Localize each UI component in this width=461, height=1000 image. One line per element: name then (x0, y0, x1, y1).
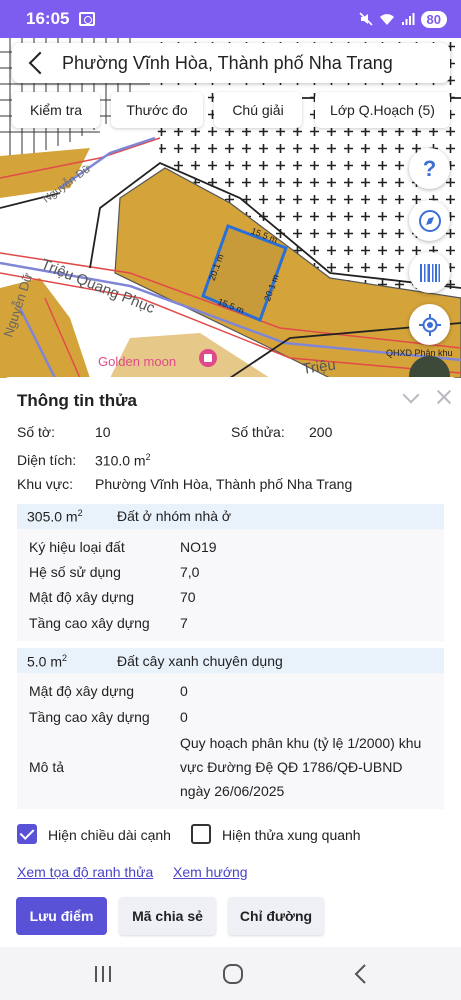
location-header[interactable]: Phường Vĩnh Hòa, Thành phố Nha Trang (12, 43, 450, 83)
kv-value: 7,0 (180, 564, 200, 580)
signal-icon (401, 12, 415, 25)
directions-button[interactable]: Chỉ đường (228, 897, 324, 935)
screen-record-icon (79, 12, 96, 26)
recent-apps-icon[interactable] (93, 964, 113, 984)
share-code-button[interactable]: Mã chia sẻ (119, 897, 216, 935)
legend-button[interactable]: Chú giải (214, 92, 302, 128)
map-canvas[interactable]: 15.5 m 15.5 m 20.1 m 20.1 m Triệu Quang … (0, 38, 461, 378)
barcode-button[interactable] (409, 252, 450, 293)
mute-icon (358, 12, 373, 26)
collapse-chevron-icon[interactable] (400, 387, 422, 409)
region-label: Khu vực: (17, 476, 74, 492)
wifi-icon (379, 13, 394, 25)
land-section-body-2: Mật độ xây dựng 0 Tầng cao xây dựng 0 Mô… (17, 673, 444, 809)
show-neighbors-label[interactable]: Hiện thửa xung quanh (222, 827, 361, 843)
kv-label: Ký hiệu loại đất (29, 539, 125, 555)
help-button[interactable]: ? (409, 148, 450, 189)
sheet-label: Số tờ: (17, 424, 55, 440)
show-edge-length-checkbox[interactable] (17, 824, 37, 844)
compass-icon (418, 209, 441, 232)
kv-label: Tầng cao xây dựng (29, 709, 150, 725)
kv-label: Tầng cao xây dựng (29, 615, 150, 631)
help-icon: ? (422, 155, 437, 181)
kv-value: 70 (180, 589, 196, 605)
home-icon[interactable] (222, 963, 244, 985)
kv-value: NO19 (180, 539, 217, 555)
status-icons: 80 (358, 10, 447, 28)
battery-badge: 80 (420, 10, 447, 28)
my-location-button[interactable] (409, 304, 450, 345)
section-1-area: 305.0 m2 (27, 508, 83, 525)
area-unit-sup: 2 (145, 452, 151, 462)
area-value: 310.0 m2 (95, 452, 151, 469)
description-line: Quy hoạch phân khu (tỷ lệ 1/2000) khu (180, 735, 422, 751)
parcel-number-value: 200 (309, 424, 333, 440)
back-arrow-icon[interactable] (24, 50, 50, 76)
planning-layers-button[interactable]: Lớp Q.Hoạch (5) (315, 92, 450, 128)
area-label: Diện tích: (17, 452, 77, 468)
kv-label: Mật độ xây dựng (29, 589, 135, 605)
barcode-icon (419, 263, 440, 282)
panel-title: Thông tin thửa (17, 391, 137, 410)
close-icon[interactable] (433, 387, 455, 409)
system-nav-bar (0, 947, 461, 1000)
compass-button[interactable] (409, 200, 450, 241)
kv-value: 7 (180, 615, 188, 631)
show-neighbors-checkbox[interactable] (191, 824, 211, 844)
description-line: ngày 26/06/2025 (180, 783, 285, 799)
location-title: Phường Vĩnh Hòa, Thành phố Nha Trang (62, 52, 393, 73)
description-line: vực Đường Đệ QĐ 1786/QĐ-UBND (180, 759, 403, 775)
poi-bag-icon (204, 354, 212, 362)
kv-label: Mật độ xây dựng (29, 683, 135, 699)
land-section-header-2: 5.0 m2 Đất cây xanh chuyên dụng (17, 648, 444, 673)
sheet-value: 10 (95, 424, 111, 440)
status-bar: 16:05 80 (0, 0, 461, 38)
view-direction-link[interactable]: Xem hướng (173, 864, 248, 880)
ruler-button[interactable]: Thước đo (111, 92, 203, 128)
show-edge-length-label[interactable]: Hiện chiều dài cạnh (48, 827, 171, 843)
poi-label[interactable]: Golden moon (98, 354, 176, 369)
land-section-body-1: Ký hiệu loại đất NO19 Hệ số sử dụng 7,0 … (17, 529, 444, 641)
parcel-number-label: Số thửa: (231, 424, 285, 440)
kv-value: 0 (180, 709, 188, 725)
view-coordinates-link[interactable]: Xem tọa độ ranh thửa (17, 864, 153, 880)
section-2-area: 5.0 m2 (27, 653, 68, 670)
save-point-button[interactable]: Lưu điểm (16, 897, 107, 935)
section-2-land-type: Đất cây xanh chuyên dụng (117, 653, 283, 669)
description-label: Mô tả (29, 759, 65, 775)
region-value: Phường Vĩnh Hòa, Thành phố Nha Trang (95, 476, 353, 492)
back-icon[interactable] (352, 963, 368, 985)
kv-value: 0 (180, 683, 188, 699)
section-1-land-type: Đất ở nhóm nhà ở (117, 508, 232, 524)
map-view[interactable]: 15.5 m 15.5 m 20.1 m 20.1 m Triệu Quang … (0, 38, 461, 378)
check-button[interactable]: Kiểm tra (12, 92, 100, 128)
layer-caption: QHXD Phân khu (386, 348, 453, 358)
crosshair-icon (418, 313, 441, 336)
status-time: 16:05 (26, 9, 70, 28)
kv-label: Hệ số sử dụng (29, 564, 121, 580)
land-section-header-1: 305.0 m2 Đất ở nhóm nhà ở (17, 504, 444, 529)
